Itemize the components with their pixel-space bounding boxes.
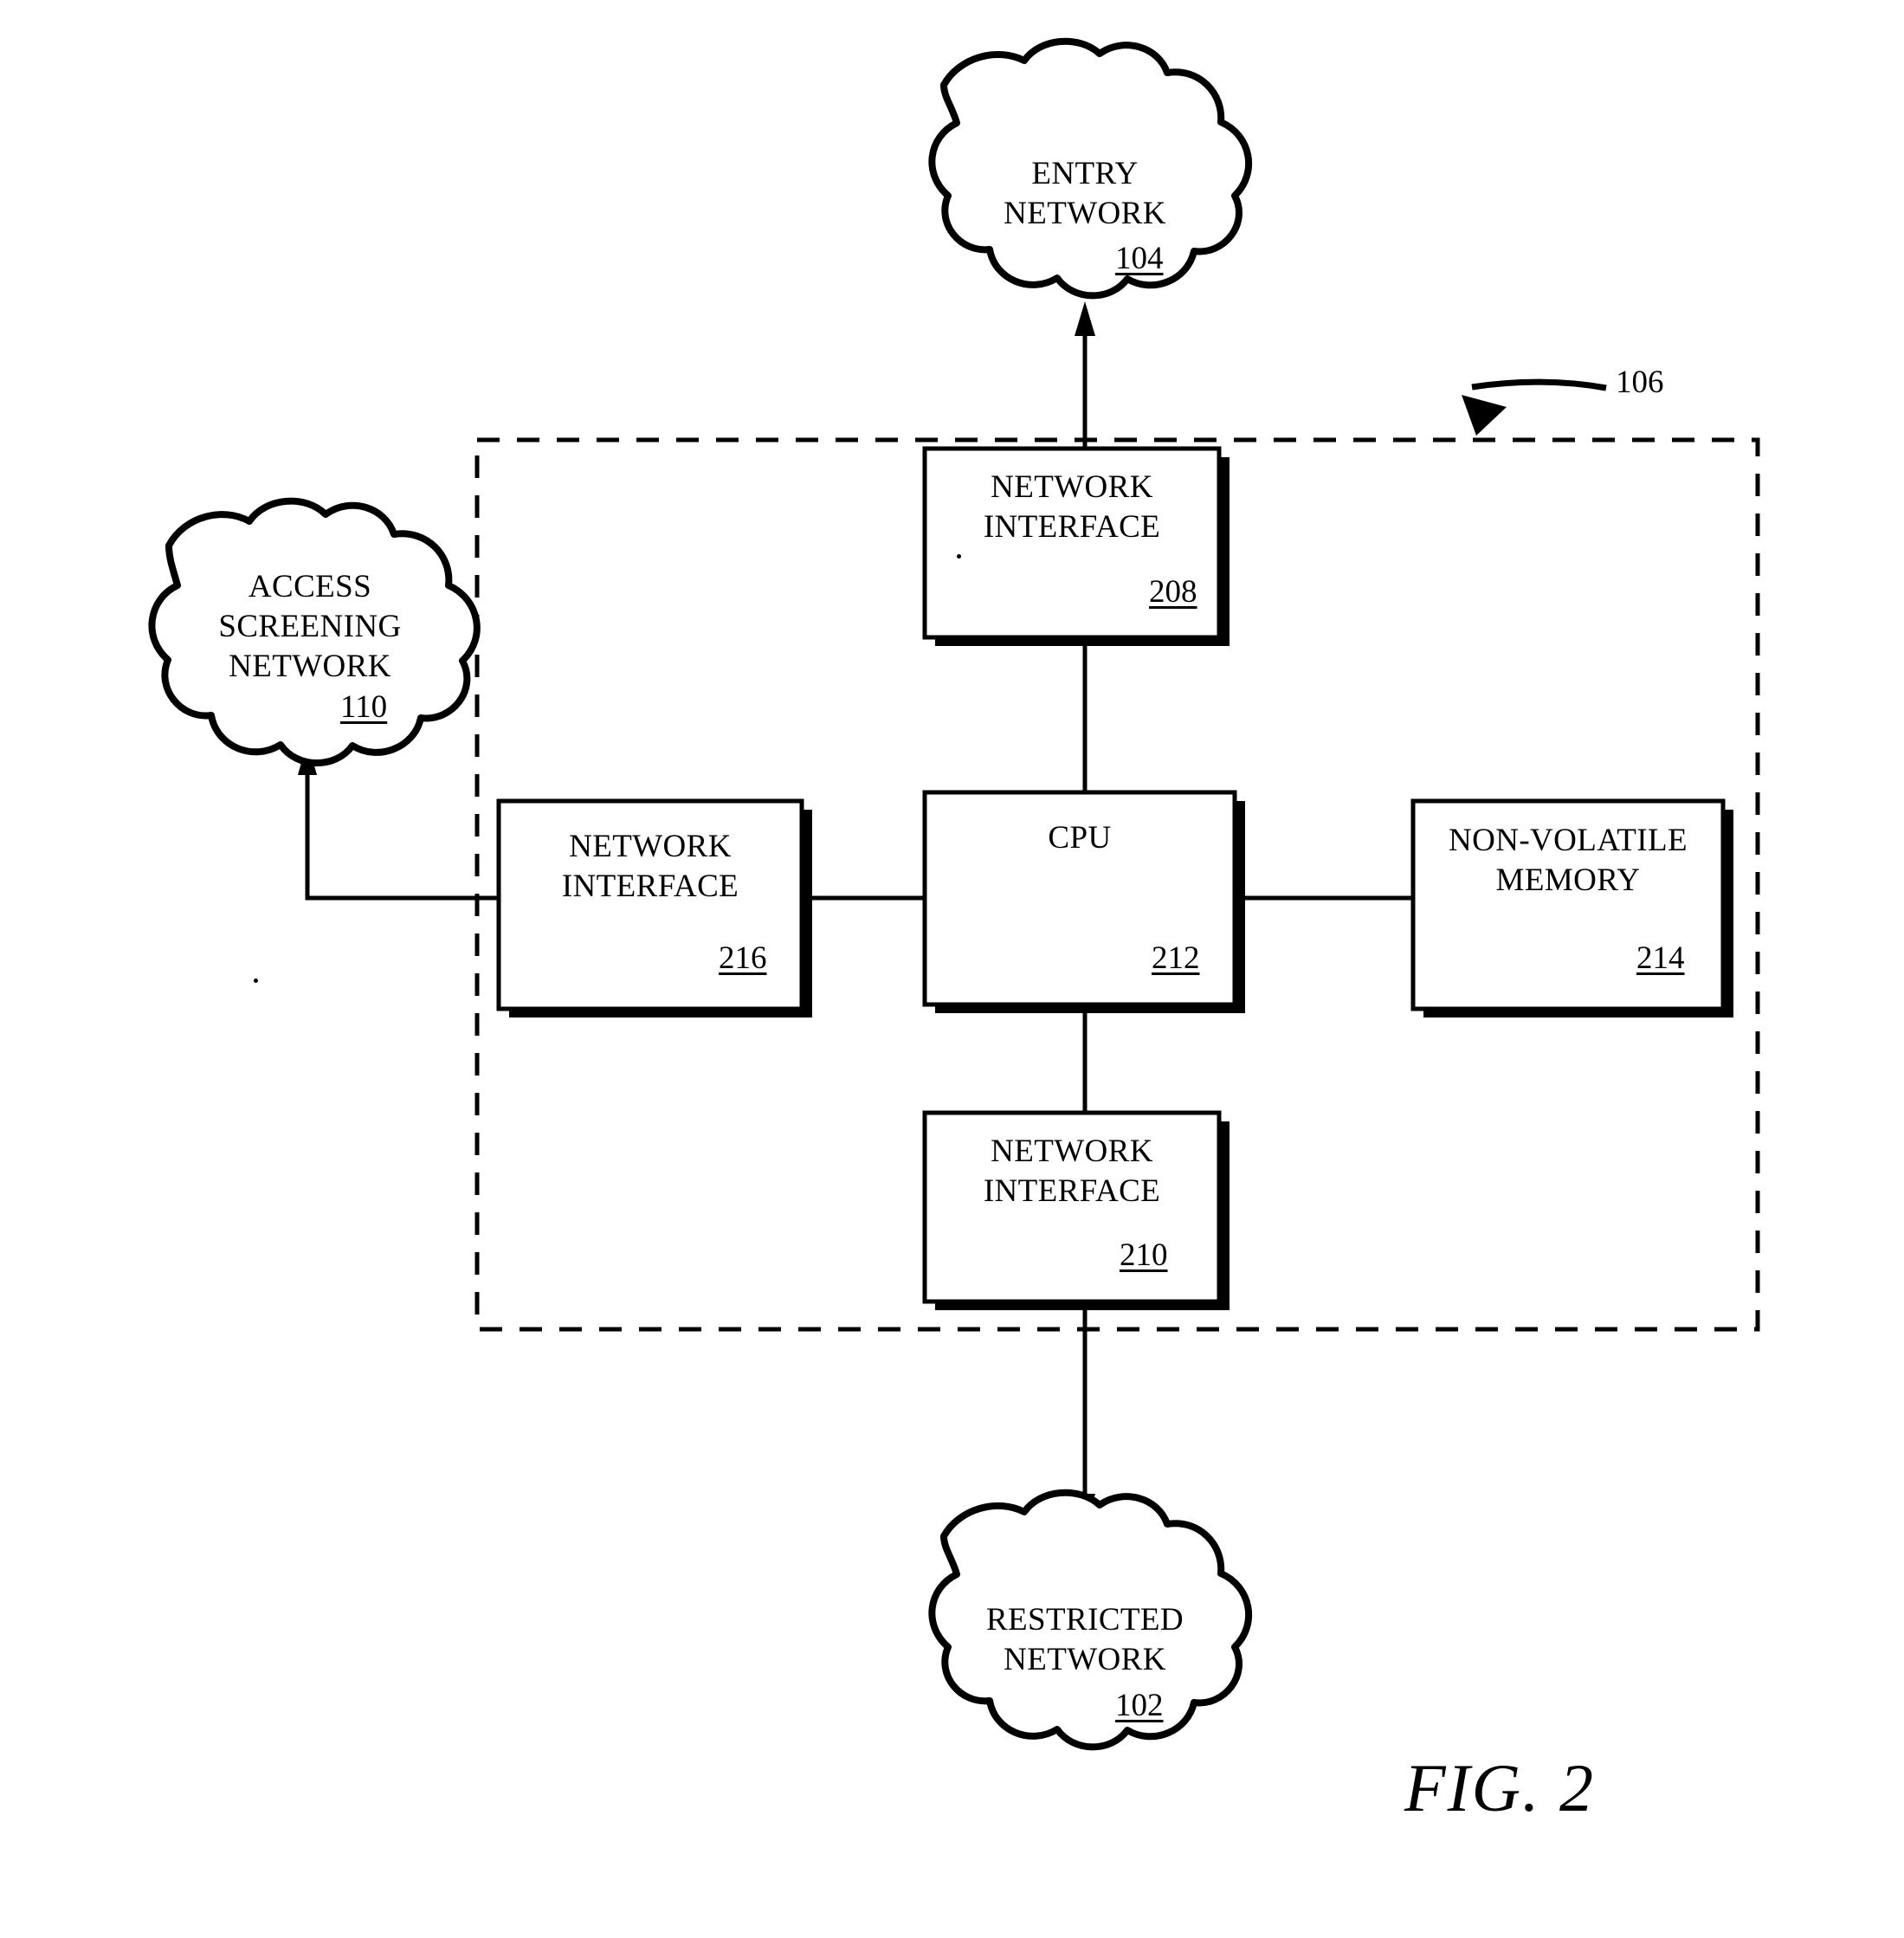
box-ref-network-interface-210: 210 <box>1120 1237 1168 1273</box>
line-ni216-to-access-screening <box>305 771 499 901</box>
scan-speck <box>254 979 258 983</box>
scan-speck <box>957 554 961 559</box>
callout-arrowhead-106 <box>1462 395 1507 436</box>
box-ref-network-interface-216: 216 <box>719 940 767 976</box>
patent-figure-page: ENTRY NETWORK 104 ACCESS SCREENING NETWO… <box>0 0 1904 1938</box>
callout-curve-106 <box>1471 378 1607 391</box>
box-ref-network-interface-208: 208 <box>1149 574 1197 610</box>
box-label-network-interface-210: NETWORK INTERFACE <box>983 1134 1161 1209</box>
appliance-boundary-ref-106: 106 <box>1616 365 1664 400</box>
cloud-ref-entry-network: 104 <box>1115 241 1164 276</box>
cloud-label-restricted-network: RESTRICTED NETWORK <box>985 1602 1184 1677</box>
arrowhead-up-entry-network <box>1075 301 1095 336</box>
figure-caption: FIG. 2 <box>1404 1750 1595 1825</box>
cloud-ref-restricted-network: 102 <box>1115 1688 1164 1723</box>
cloud-label-entry-network: ENTRY NETWORK <box>1004 156 1166 231</box>
box-label-network-interface-208: NETWORK INTERFACE <box>983 469 1161 545</box>
cloud-label-access-screening-network: ACCESS SCREENING NETWORK <box>218 569 402 684</box>
box-label-non-volatile-memory-214: NON-VOLATILE MEMORY <box>1448 823 1688 898</box>
box-label-cpu-212: CPU <box>1048 820 1112 856</box>
box-label-network-interface-216: NETWORK INTERFACE <box>561 829 739 904</box>
box-ref-cpu-212: 212 <box>1152 940 1200 976</box>
box-ref-non-volatile-memory-214: 214 <box>1636 940 1685 976</box>
cloud-ref-access-screening-network: 110 <box>340 689 388 725</box>
